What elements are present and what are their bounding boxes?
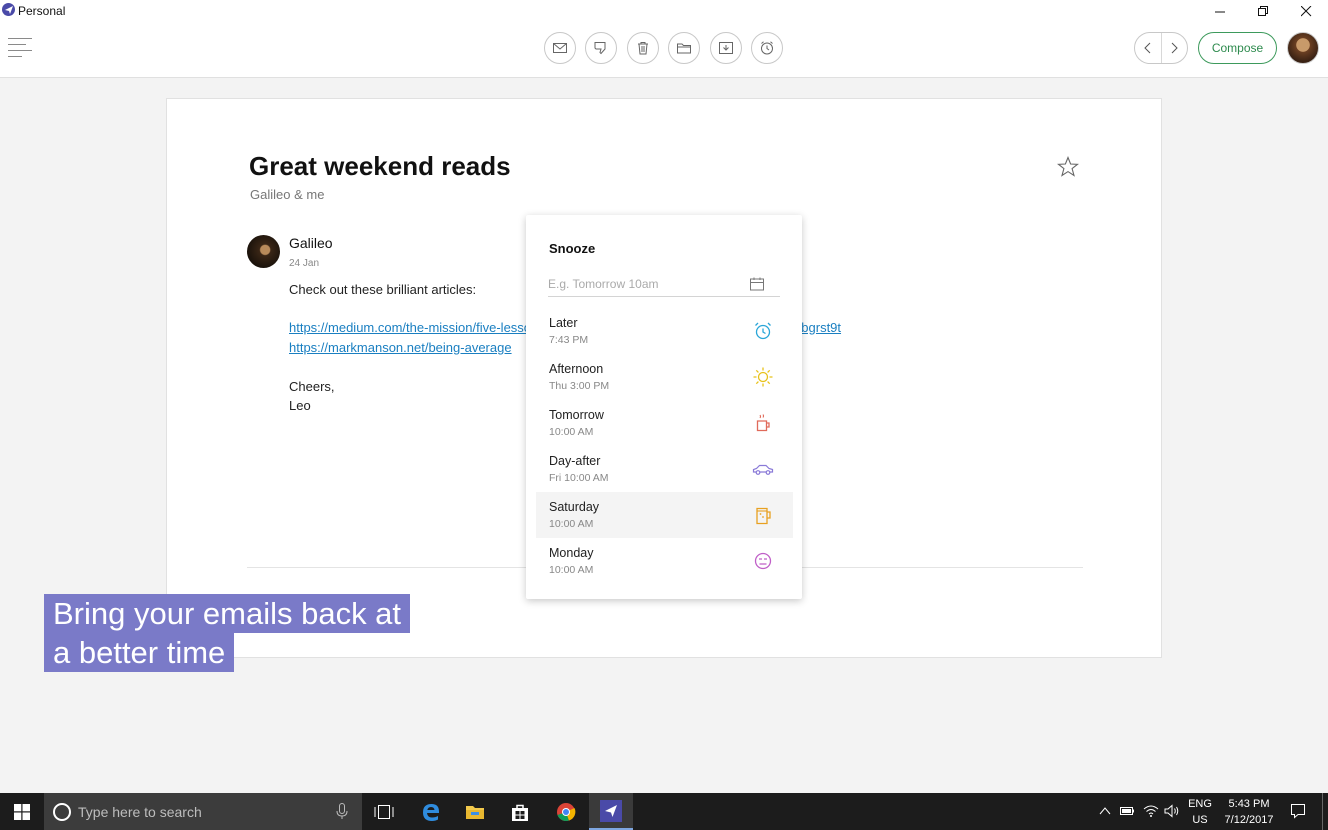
promo-caption: Bring your emails back at a better time xyxy=(44,594,411,672)
archive-icon xyxy=(719,42,733,54)
snooze-option-label: Tomorrow xyxy=(549,408,604,422)
snooze-option-label: Saturday xyxy=(549,500,600,514)
snooze-option-label: Monday xyxy=(549,546,594,560)
language-indicator-2[interactable]: US xyxy=(1186,814,1214,826)
chrome-icon xyxy=(557,802,576,821)
thumbs-down-icon xyxy=(594,42,606,55)
email-signature: Leo xyxy=(289,398,311,413)
snooze-option-later[interactable]: Later 7:43 PM xyxy=(536,308,793,354)
store-bag-icon xyxy=(512,804,528,821)
title-bar: Personal xyxy=(0,0,1328,22)
chrome-button[interactable] xyxy=(544,793,588,830)
taskbar-clock-date[interactable]: 7/12/2017 xyxy=(1218,814,1280,826)
window-title: Personal xyxy=(18,4,66,18)
windows-logo-icon xyxy=(14,803,30,820)
coffee-cup-icon xyxy=(756,414,770,432)
beer-icon xyxy=(756,507,771,525)
taskbar: Type here to search ENG US 5:43 PM 7/12/… xyxy=(0,793,1328,830)
email-date: 24 Jan xyxy=(289,258,320,269)
folder-icon xyxy=(466,805,484,819)
snooze-button[interactable] xyxy=(751,32,783,64)
edge-browser-button[interactable] xyxy=(409,793,453,830)
mark-unread-button[interactable] xyxy=(544,32,576,64)
snooze-option-monday[interactable]: Monday 10:00 AM xyxy=(536,538,793,584)
task-view-icon xyxy=(374,804,394,819)
snooze-option-label: Afternoon xyxy=(549,362,604,376)
email-link-2[interactable]: https://markmanson.net/being-average xyxy=(289,340,512,355)
email-body-intro: Check out these brilliant articles: xyxy=(289,282,477,297)
snooze-option-time: 7:43 PM xyxy=(549,334,589,346)
caption-line-2: a better time xyxy=(44,633,235,672)
task-view-button[interactable] xyxy=(362,793,406,830)
snooze-option-time: 10:00 AM xyxy=(549,518,594,530)
snooze-option-afternoon[interactable]: Afternoon Thu 3:00 PM xyxy=(536,354,793,400)
volume-icon[interactable] xyxy=(1164,804,1180,818)
taskbar-search-placeholder: Type here to search xyxy=(78,804,202,820)
edge-icon xyxy=(423,803,439,821)
snooze-option-time: 10:00 AM xyxy=(549,564,594,576)
email-subject: Great weekend reads xyxy=(249,151,511,181)
app-logo-icon xyxy=(2,3,15,16)
app-logo-icon xyxy=(600,799,622,822)
cortana-icon xyxy=(53,803,71,821)
clock-icon xyxy=(761,41,773,55)
battery-icon[interactable] xyxy=(1119,805,1135,817)
show-desktop-button[interactable] xyxy=(1322,793,1323,830)
chevron-right-icon xyxy=(1172,42,1179,54)
caption-line-1: Bring your emails back at xyxy=(44,594,411,633)
snooze-popup: Snooze Later 7:43 PM Afternoon Thu 3:00 … xyxy=(526,215,802,599)
sender-name: Galileo xyxy=(289,235,333,251)
alarm-clock-icon xyxy=(755,322,771,340)
move-to-folder-button[interactable] xyxy=(668,32,700,64)
minimize-button[interactable] xyxy=(1198,0,1242,22)
sender-avatar xyxy=(247,235,280,268)
snooze-option-time: Fri 10:00 AM xyxy=(549,472,609,484)
chevron-left-icon xyxy=(1144,42,1151,54)
snooze-option-time: 10:00 AM xyxy=(549,426,594,438)
envelope-icon xyxy=(553,43,567,53)
calendar-icon[interactable] xyxy=(749,276,765,297)
not-important-button[interactable] xyxy=(585,32,617,64)
email-participants: Galileo & me xyxy=(250,187,325,202)
snooze-option-label: Day-after xyxy=(549,454,601,468)
file-explorer-button[interactable] xyxy=(453,793,497,830)
snooze-option-tomorrow[interactable]: Tomorrow 10:00 AM xyxy=(536,400,793,446)
previous-message-button[interactable] xyxy=(1135,33,1161,63)
email-signoff: Cheers, xyxy=(289,379,335,394)
action-center-icon[interactable] xyxy=(1290,803,1306,819)
wifi-icon[interactable] xyxy=(1143,804,1159,818)
next-message-button[interactable] xyxy=(1160,33,1187,63)
car-icon xyxy=(752,464,774,475)
compose-button[interactable]: Compose xyxy=(1198,32,1277,64)
snooze-option-saturday[interactable]: Saturday 10:00 AM xyxy=(536,492,793,538)
language-indicator-1[interactable]: ENG xyxy=(1186,798,1214,810)
restore-button[interactable] xyxy=(1241,0,1285,22)
snooze-option-label: Later xyxy=(549,316,578,330)
store-button[interactable] xyxy=(498,793,542,830)
snooze-title: Snooze xyxy=(549,241,596,256)
sun-icon xyxy=(753,367,773,387)
start-button[interactable] xyxy=(0,793,44,830)
delete-button[interactable] xyxy=(627,32,659,64)
star-icon[interactable] xyxy=(1057,156,1079,183)
message-navigation xyxy=(1134,32,1188,64)
microphone-icon xyxy=(336,803,348,819)
menu-icon[interactable] xyxy=(8,38,32,58)
meh-face-icon xyxy=(754,552,772,570)
snooze-time-input[interactable] xyxy=(548,271,780,297)
taskbar-search[interactable]: Type here to search xyxy=(44,793,362,830)
user-avatar[interactable] xyxy=(1287,32,1319,64)
close-button[interactable] xyxy=(1284,0,1328,22)
folder-icon xyxy=(677,43,691,54)
archive-button[interactable] xyxy=(710,32,742,64)
mail-app-taskbar-button[interactable] xyxy=(589,793,633,830)
toolbar: Compose xyxy=(0,22,1328,78)
taskbar-clock-time[interactable]: 5:43 PM xyxy=(1218,798,1280,810)
snooze-option-day-after[interactable]: Day-after Fri 10:00 AM xyxy=(536,446,793,492)
chevron-up-icon[interactable] xyxy=(1099,806,1111,816)
snooze-option-time: Thu 3:00 PM xyxy=(549,380,610,392)
trash-icon xyxy=(638,42,648,55)
